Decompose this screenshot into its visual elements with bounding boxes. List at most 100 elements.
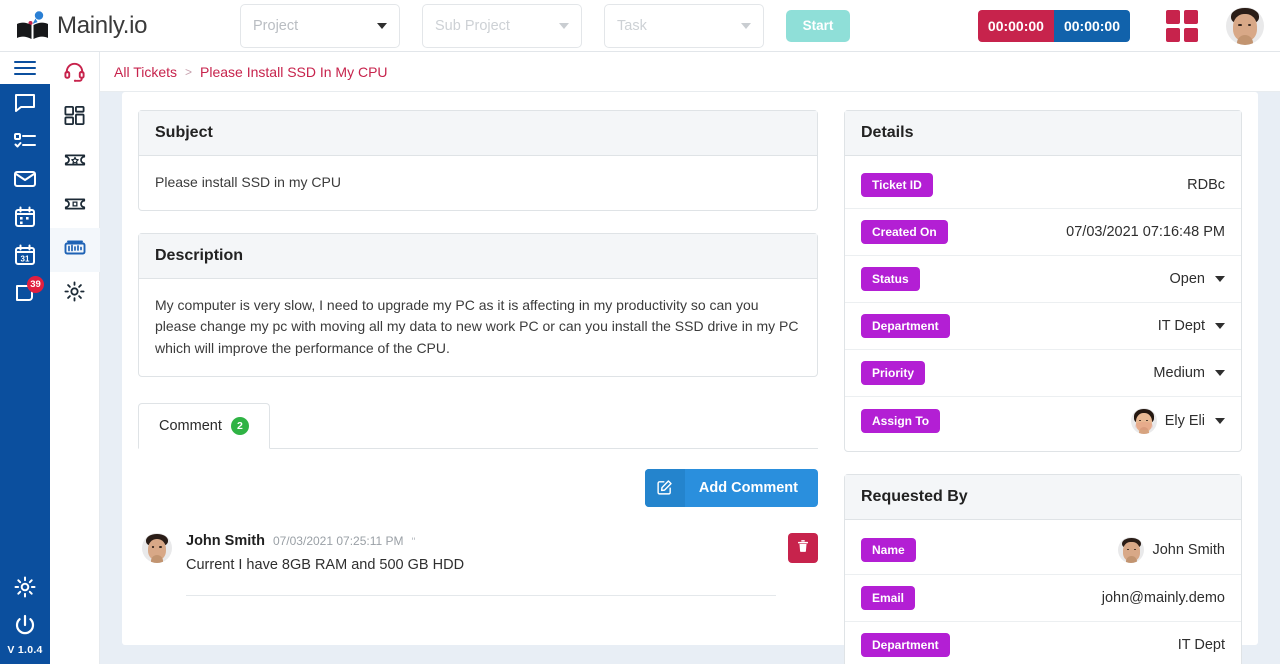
- detail-value: Open: [1169, 271, 1205, 287]
- chevron-down-icon[interactable]: [1215, 323, 1225, 329]
- breadcrumb-current: Please Install SSD In My CPU: [200, 63, 388, 80]
- breadcrumb-all-tickets[interactable]: All Tickets: [114, 64, 177, 80]
- tasklist-icon: [13, 129, 37, 153]
- sidebar-item-calendar-day[interactable]: 31: [0, 236, 50, 274]
- detail-value: 07/03/2021 07:16:48 PM: [1066, 224, 1225, 240]
- chevron-down-icon[interactable]: [1215, 418, 1225, 424]
- calendar-icon: [13, 205, 37, 229]
- assignee-avatar: [1130, 408, 1157, 434]
- project-select-label: Project: [253, 17, 299, 34]
- subproject-select-label: Sub Project: [435, 17, 510, 34]
- timer-primary[interactable]: 00:00:00: [977, 9, 1054, 42]
- tab-comment-count: 2: [230, 416, 249, 435]
- chevron-down-icon: [741, 22, 751, 29]
- svg-text:31: 31: [21, 255, 30, 264]
- sidebar-item-settings[interactable]: [0, 568, 50, 606]
- requested-by-panel-title: Requested By: [845, 475, 1241, 520]
- delete-comment-button[interactable]: [788, 532, 818, 563]
- detail-value: RDBc: [1187, 177, 1225, 193]
- subject-value: Please install SSD in my CPU: [155, 174, 341, 190]
- sidebar-item-mail[interactable]: [0, 160, 50, 198]
- comment-body: John Smith 07/03/2021 07:25:11 PM " Curr…: [186, 533, 776, 596]
- details-panel-title: Details: [845, 111, 1241, 156]
- detail-row-status[interactable]: Status Open: [845, 256, 1241, 303]
- detail-row-priority[interactable]: Priority Medium: [845, 350, 1241, 397]
- nav-ticket-priority[interactable]: [50, 140, 100, 184]
- details-rows: Ticket ID RDBc Created On 07/03/2021 07:…: [845, 156, 1241, 451]
- chevron-down-icon: [559, 22, 569, 29]
- nav-dashboard[interactable]: [50, 96, 100, 140]
- start-timer-button[interactable]: Start: [786, 9, 850, 42]
- tab-comment[interactable]: Comment 2: [138, 402, 270, 449]
- comment-tabs: Comment 2: [138, 402, 818, 449]
- details-panel: Details Ticket ID RDBc Created On 07/03/…: [844, 110, 1242, 452]
- brand-name: Mainly.io: [57, 11, 148, 39]
- comment-author: John Smith: [186, 532, 265, 549]
- timer-group: 00:00:00 00:00:00: [977, 9, 1130, 42]
- requested-by-panel: Requested By Name John Smith Email john@…: [844, 474, 1242, 664]
- description-panel: Description My computer is very slow, I …: [138, 232, 818, 377]
- sidebar-item-notes[interactable]: 39: [0, 274, 50, 312]
- requester-value: John Smith: [1152, 542, 1225, 558]
- ticket-star-icon: [63, 148, 87, 177]
- grid-cell: [1184, 9, 1198, 24]
- task-select[interactable]: Task: [604, 3, 764, 48]
- description-panel-title: Description: [139, 233, 817, 279]
- subproject-select[interactable]: Sub Project: [422, 3, 582, 48]
- sidebar-bottom-group: V 1.0.4: [0, 568, 50, 664]
- sidebar-item-tasks[interactable]: [0, 122, 50, 160]
- sidebar-item-logout[interactable]: [0, 606, 50, 644]
- page-card: Subject Please install SSD in my CPU Des…: [122, 92, 1258, 664]
- detail-label: Priority: [861, 361, 926, 385]
- avatar-face: [1118, 537, 1144, 563]
- nav-settings[interactable]: [50, 272, 100, 316]
- chevron-down-icon[interactable]: [1215, 276, 1225, 282]
- notes-badge: 39: [27, 276, 44, 293]
- requester-value-group: John Smith: [1118, 537, 1225, 563]
- detail-label: Department: [861, 314, 950, 338]
- task-select-label: Task: [617, 17, 647, 34]
- grid-cell: [1166, 27, 1180, 42]
- user-avatar[interactable]: [1226, 6, 1264, 45]
- detail-row-assign-to[interactable]: Assign To Ely Eli: [845, 397, 1241, 445]
- subject-panel: Subject Please install SSD in my CPU: [138, 110, 818, 211]
- project-select[interactable]: Project: [240, 3, 400, 48]
- requester-value: IT Dept: [1177, 637, 1225, 653]
- grid-apps-icon[interactable]: [1166, 9, 1198, 42]
- comment-text: Current I have 8GB RAM and 500 GB HDD: [186, 556, 465, 573]
- comment-divider: [186, 594, 776, 596]
- nav-tickets[interactable]: [50, 184, 100, 228]
- grid-cell: [1166, 9, 1180, 24]
- sidebar-item-chat[interactable]: [0, 84, 50, 122]
- detail-value-group: Ely Eli: [1130, 408, 1205, 434]
- sidebar-item-calendar[interactable]: [0, 198, 50, 236]
- nav-support-headset[interactable]: [50, 52, 100, 96]
- comment-author-avatar: [142, 532, 172, 563]
- trash-icon: [796, 539, 810, 556]
- timer-secondary[interactable]: 00:00:00: [1053, 9, 1130, 42]
- add-comment-label: Add Comment: [698, 479, 798, 496]
- avatar-face: [142, 533, 172, 563]
- detail-value: Medium: [1153, 365, 1205, 381]
- requester-label: Email: [861, 586, 916, 610]
- reports-server-icon: [63, 236, 87, 265]
- support-headset-icon: [63, 60, 86, 88]
- menu-toggle-button[interactable]: [0, 52, 50, 84]
- breadcrumb: All Tickets > Please Install SSD In My C…: [100, 52, 1280, 92]
- requester-row-department: Department IT Dept: [845, 622, 1241, 664]
- detail-label: Status: [861, 267, 920, 291]
- brand-logo[interactable]: Mainly.io: [0, 0, 240, 52]
- chevron-down-icon[interactable]: [1215, 370, 1225, 376]
- comment-meta: John Smith 07/03/2021 07:25:11 PM ": [186, 533, 776, 549]
- calendar-day-icon: 31: [13, 243, 37, 267]
- add-comment-row: Add Comment: [138, 468, 818, 507]
- add-comment-button[interactable]: Add Comment: [644, 468, 818, 507]
- top-bar: Mainly.io Project Sub Project Task Start…: [0, 0, 1280, 52]
- requested-by-rows: Name John Smith Email john@mainly.demo D…: [845, 520, 1241, 664]
- nav-reports[interactable]: [49, 228, 100, 272]
- edit-pencil-icon: [644, 468, 685, 507]
- detail-row-department[interactable]: Department IT Dept: [845, 303, 1241, 350]
- primary-sidebar: 31 39 V 1.0.4: [0, 52, 50, 664]
- settings-gear-icon: [63, 280, 86, 308]
- avatar-face: [1226, 7, 1264, 45]
